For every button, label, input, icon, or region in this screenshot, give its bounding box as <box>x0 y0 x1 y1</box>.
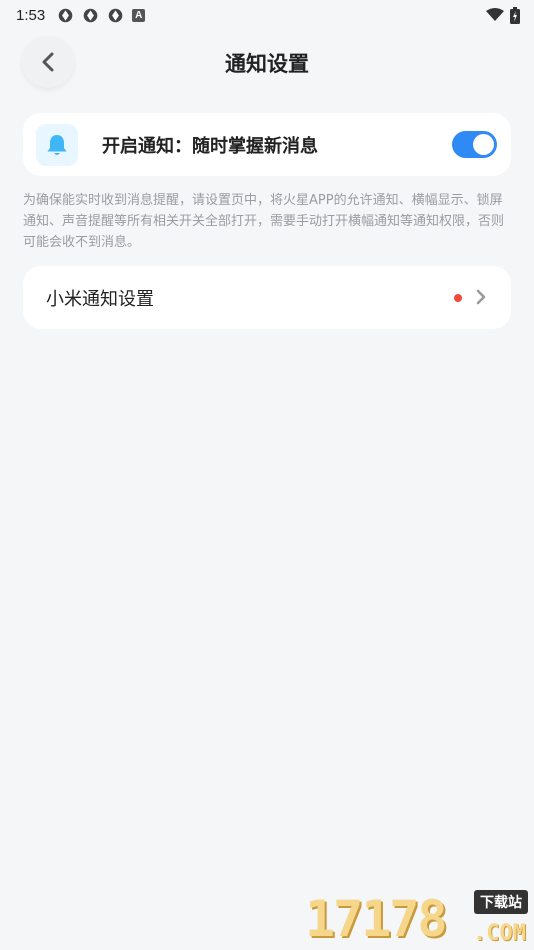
watermark-domain: .COM <box>473 921 526 946</box>
chevron-right-icon <box>476 289 486 305</box>
watermark-number: 17178 <box>305 890 448 948</box>
status-time: 1:53 <box>16 6 46 24</box>
hint-text: 为确保能实时收到消息提醒，请设置页中，将火星APP的允许通知、横幅显示、锁屏通知… <box>23 193 505 250</box>
toggle-knob <box>473 134 494 155</box>
bell-icon <box>47 134 67 155</box>
battery-charging-icon <box>510 6 520 24</box>
watermark-tag: 下载站 <box>474 890 528 914</box>
xiaomi-settings-label: 小米通知设置 <box>46 288 154 310</box>
bell-icon-container <box>36 123 78 166</box>
notification-dot <box>454 294 462 302</box>
page-title: 通知设置 <box>225 52 309 76</box>
notify-label: 开启通知：随时掌握新消息 <box>102 135 318 157</box>
watermark: 17178 下载站 .COM <box>305 888 530 948</box>
status-right <box>486 6 520 24</box>
app-badge-icon <box>83 8 98 22</box>
app-badge-icon <box>108 8 123 22</box>
xiaomi-settings-row[interactable]: 小米通知设置 <box>23 266 511 329</box>
app-badge-icon <box>58 8 73 22</box>
status-left: 1:53 A <box>16 6 146 24</box>
a-icon: A <box>132 8 146 22</box>
wifi-icon <box>486 8 504 21</box>
header: 通知设置 <box>0 36 534 92</box>
status-bar: 1:53 A <box>0 0 534 30</box>
notify-card: 开启通知：随时掌握新消息 <box>23 113 511 176</box>
notify-toggle[interactable] <box>452 131 497 158</box>
